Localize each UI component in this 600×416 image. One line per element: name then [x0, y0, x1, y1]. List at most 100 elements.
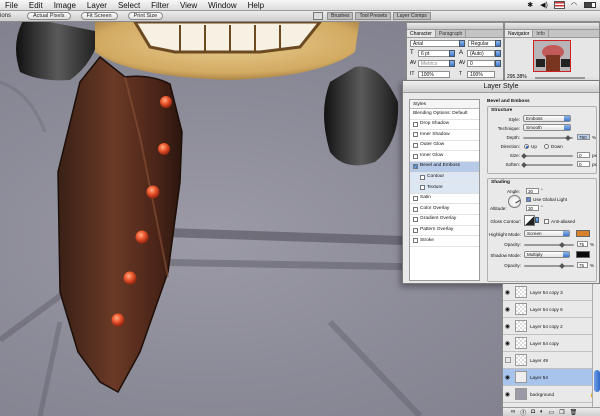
kerning-dropdown-icon[interactable] [449, 60, 455, 67]
effect-inner-glow[interactable]: Inner Glow [410, 151, 479, 162]
effect-stroke[interactable]: Stroke [410, 236, 479, 247]
shadow-opacity-slider[interactable] [524, 265, 574, 267]
folder-icon[interactable]: ▭ [549, 409, 555, 416]
shadow-mode-select[interactable]: Multiply [524, 251, 570, 258]
new-layer-icon[interactable]: ❐ [559, 409, 564, 416]
character-panel-titlebar[interactable] [407, 23, 503, 30]
effect-checkbox[interactable] [413, 238, 418, 244]
adjustment-icon[interactable]: ◐ [540, 409, 544, 415]
soften-field[interactable]: 0 [577, 161, 590, 167]
palette-well-icon[interactable] [313, 12, 324, 20]
wifi-icon[interactable]: ◠ [571, 1, 577, 9]
technique-select[interactable]: Smooth [523, 124, 571, 131]
visibility-eye-icon[interactable]: ◉ [503, 374, 512, 381]
navigator-zoom-slider[interactable] [535, 77, 585, 79]
effect-pattern-overlay[interactable]: Pattern Overlay [410, 226, 479, 237]
palette-tab-brushes[interactable]: Brushes [327, 12, 354, 20]
palette-tab-tool-presets[interactable]: Tool Presets [355, 12, 391, 20]
menu-view[interactable]: View [175, 0, 203, 11]
visibility-eye-icon[interactable]: ◉ [503, 289, 512, 296]
tab-character[interactable]: Character [407, 30, 436, 37]
font-family-field[interactable]: Arial [410, 40, 460, 47]
menu-window[interactable]: Window [203, 0, 242, 11]
trash-icon[interactable]: 🗑 [570, 409, 578, 416]
tracking-dropdown-icon[interactable] [495, 60, 501, 67]
effect-checkbox[interactable] [420, 174, 425, 180]
blending-options-item[interactable]: Blending Options: Default [410, 109, 479, 120]
effect-checkbox[interactable] [413, 132, 418, 138]
effect-checkbox[interactable] [413, 153, 418, 159]
bluetooth-icon[interactable]: ✱ [527, 1, 533, 9]
layers-scrollbar[interactable] [592, 284, 600, 407]
highlight-mode-select[interactable]: Screen [524, 230, 570, 237]
depth-field[interactable]: 780 [577, 134, 590, 140]
battery-icon[interactable] [584, 2, 596, 8]
menu-filter[interactable]: Filter [146, 0, 175, 11]
layer-row[interactable]: ◉ background 🔒 [503, 386, 600, 403]
effect-checkbox-checked[interactable]: ✓ [413, 164, 418, 170]
layer-row[interactable]: ◉ Layer 54 copy [503, 335, 600, 352]
menu-file[interactable]: File [0, 0, 24, 11]
gloss-contour-preview[interactable] [524, 215, 535, 226]
menu-select[interactable]: Select [113, 0, 146, 11]
effect-checkbox[interactable] [413, 206, 418, 212]
visibility-eye-icon[interactable]: ◉ [503, 340, 512, 347]
layer-row[interactable]: ◉ Layer 54 copy 3 [503, 284, 600, 301]
fx-icon[interactable]: ⓕ [520, 408, 526, 416]
fit-screen-button[interactable]: Fit Screen [80, 12, 118, 20]
leading-field[interactable]: (Auto) [467, 50, 495, 57]
effect-checkbox[interactable] [420, 185, 425, 191]
effect-drop-shadow[interactable]: Drop Shadow [410, 120, 479, 131]
visibility-eye-icon[interactable]: ◉ [503, 306, 512, 313]
volume-icon[interactable]: ◀) [540, 1, 548, 9]
vertical-scale-field[interactable]: 100% [418, 71, 450, 78]
global-light-checkbox[interactable]: ✓ [526, 197, 531, 202]
size-field[interactable]: 0 [577, 152, 590, 158]
font-style-field[interactable]: Regular [468, 40, 496, 47]
kerning-field[interactable]: Metrics [418, 60, 450, 67]
mask-icon[interactable]: ◘ [531, 409, 535, 415]
effect-checkbox[interactable] [413, 217, 418, 223]
angle-dial-icon[interactable] [508, 195, 521, 208]
tab-navigator[interactable]: Navigator [505, 30, 534, 37]
leading-dropdown-icon[interactable] [495, 50, 501, 57]
effect-bevel-and-emboss[interactable]: ✓ Bevel and Emboss [410, 161, 479, 173]
effect-satin[interactable]: Satin [410, 194, 479, 205]
highlight-opacity-slider[interactable] [524, 244, 574, 246]
style-select[interactable]: Emboss [523, 115, 571, 122]
effect-checkbox[interactable] [413, 227, 418, 233]
effect-contour[interactable]: Contour [410, 172, 479, 184]
highlight-color-swatch[interactable] [576, 230, 590, 237]
layer-row[interactable]: Layer 49 [503, 352, 600, 369]
palette-tab-layer-comps[interactable]: Layer Comps [393, 12, 431, 20]
gloss-contour-dropdown-icon[interactable] [535, 217, 539, 223]
effect-gradient-overlay[interactable]: Gradient Overlay [410, 215, 479, 226]
highlight-opacity-field[interactable]: 75 [577, 241, 588, 247]
menu-image[interactable]: Image [49, 0, 82, 11]
font-family-dropdown-icon[interactable] [459, 40, 465, 47]
visibility-eye-icon[interactable]: ◉ [503, 391, 512, 398]
shadow-color-swatch[interactable] [576, 251, 590, 258]
effect-checkbox[interactable] [413, 143, 418, 149]
tracking-field[interactable]: 0 [467, 60, 495, 67]
layer-row-selected[interactable]: ◉ Layer 54 ⓕ [503, 369, 600, 386]
direction-down-radio[interactable] [544, 144, 549, 149]
effect-texture[interactable]: Texture [410, 183, 479, 194]
scrollbar-thumb[interactable] [594, 370, 600, 392]
horizontal-scale-field[interactable]: 100% [467, 71, 495, 78]
effect-checkbox[interactable] [413, 121, 418, 127]
size-slider[interactable] [523, 155, 573, 157]
font-size-dropdown-icon[interactable] [449, 50, 455, 57]
navigator-panel-titlebar[interactable] [505, 23, 599, 30]
effect-outer-glow[interactable]: Outer Glow [410, 141, 479, 152]
soften-slider[interactable] [523, 164, 573, 166]
menu-help[interactable]: Help [243, 0, 270, 11]
font-style-dropdown-icon[interactable] [495, 40, 501, 47]
direction-up-radio[interactable] [524, 144, 529, 149]
tab-paragraph[interactable]: Paragraph [436, 30, 467, 37]
altitude-field[interactable]: 30 [526, 205, 539, 211]
menu-edit[interactable]: Edit [24, 0, 49, 11]
navigator-thumbnail[interactable] [533, 40, 571, 72]
visibility-off-box[interactable] [504, 357, 511, 363]
layer-style-title[interactable]: Layer Style [403, 81, 599, 93]
